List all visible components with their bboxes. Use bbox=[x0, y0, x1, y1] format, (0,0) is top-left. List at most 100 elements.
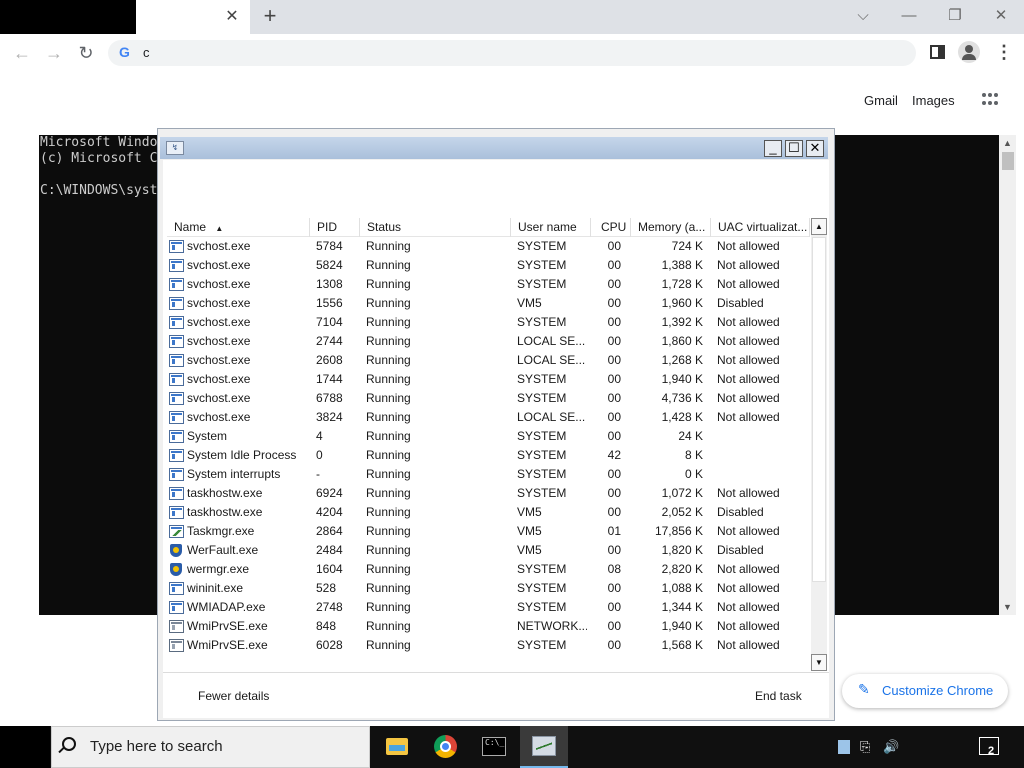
command-prompt-icon[interactable]: C:\_ bbox=[482, 737, 506, 756]
cell-pid: 848 bbox=[316, 619, 337, 633]
tray-app-icon[interactable] bbox=[838, 740, 850, 754]
cell-user: SYSTEM bbox=[517, 486, 567, 500]
process-row[interactable]: svchost.exe 6788 Running SYSTEM 00 4,736 K Not… bbox=[167, 389, 810, 408]
tm-close-button[interactable]: ✕ bbox=[806, 140, 824, 157]
console-scroll-up-icon[interactable]: ▲ bbox=[999, 135, 1016, 151]
taskbar-search-placeholder[interactable]: Type here to search bbox=[90, 738, 223, 755]
console-scroll-down-icon[interactable]: ▼ bbox=[999, 599, 1016, 615]
scroll-thumb[interactable] bbox=[812, 237, 826, 582]
fewer-details-button[interactable]: Fewer details bbox=[198, 689, 269, 703]
column-header-pid[interactable]: PID bbox=[310, 218, 360, 237]
chrome-menu-icon[interactable]: ⋮ bbox=[995, 42, 1013, 62]
cell-name: taskhostw.exe bbox=[187, 505, 263, 519]
column-header-uac[interactable]: UAC virtualizat... bbox=[711, 218, 810, 237]
search-icon bbox=[62, 737, 76, 751]
process-row[interactable]: svchost.exe 1308 Running SYSTEM 00 1,728 K Not… bbox=[167, 275, 810, 294]
process-row[interactable]: taskhostw.exe 6924 Running SYSTEM 00 1,072 K N… bbox=[167, 484, 810, 503]
cell-status: Running bbox=[366, 353, 411, 367]
process-row[interactable]: taskhostw.exe 4204 Running VM5 00 2,052 K Disa… bbox=[167, 503, 810, 522]
window-close-button[interactable]: ✕ bbox=[978, 4, 1024, 28]
process-row[interactable]: Taskmgr.exe 2864 Running VM5 01 17,856 K Not a… bbox=[167, 522, 810, 541]
process-row[interactable]: System 4 Running SYSTEM 00 24 K bbox=[167, 427, 810, 446]
cell-cpu: 08 bbox=[607, 562, 621, 576]
images-link[interactable]: Images bbox=[912, 93, 955, 108]
process-row[interactable]: WmiPrvSE.exe 848 Running NETWORK... 00 1,940 … bbox=[167, 617, 810, 636]
process-row[interactable]: WerFault.exe 2484 Running VM5 00 1,820 K Disab… bbox=[167, 541, 810, 560]
process-icon bbox=[169, 563, 184, 576]
window-minimize-button[interactable]: — bbox=[886, 4, 932, 28]
pencil-icon: ✎ bbox=[858, 681, 870, 697]
end-task-button[interactable]: End task bbox=[755, 689, 802, 703]
column-header-cpu[interactable]: CPU bbox=[591, 218, 631, 237]
process-row[interactable]: svchost.exe 5824 Running SYSTEM 00 1,388 K Not… bbox=[167, 256, 810, 275]
process-row[interactable]: WMIADAP.exe 2748 Running SYSTEM 00 1,344 K Not… bbox=[167, 598, 810, 617]
new-tab-button[interactable]: + bbox=[259, 5, 281, 27]
gmail-link[interactable]: Gmail bbox=[864, 93, 898, 108]
side-panel-icon[interactable] bbox=[930, 45, 945, 59]
process-row[interactable]: svchost.exe 1744 Running SYSTEM 00 1,940 K Not… bbox=[167, 370, 810, 389]
process-row[interactable]: wermgr.exe 1604 Running SYSTEM 08 2,820 K Not … bbox=[167, 560, 810, 579]
google-apps-icon[interactable] bbox=[982, 93, 1000, 107]
cell-status: Running bbox=[366, 448, 411, 462]
process-row[interactable]: WmiPrvSE.exe 6028 Running SYSTEM 00 1,568 K No… bbox=[167, 636, 810, 655]
profile-avatar-icon[interactable] bbox=[958, 41, 980, 63]
process-icon bbox=[169, 506, 184, 519]
process-row[interactable]: svchost.exe 2608 Running LOCAL SE... 00 1,268… bbox=[167, 351, 810, 370]
process-row[interactable]: svchost.exe 7104 Running SYSTEM 00 1,392 K Not… bbox=[167, 313, 810, 332]
browser-tab-inactive[interactable] bbox=[0, 0, 136, 38]
process-icon bbox=[169, 278, 184, 291]
scroll-up-icon[interactable]: ▲ bbox=[811, 218, 827, 235]
process-row[interactable]: wininit.exe 528 Running SYSTEM 00 1,088 K Not … bbox=[167, 579, 810, 598]
column-header-name[interactable]: Name ▲ bbox=[167, 218, 310, 237]
process-icon bbox=[169, 373, 184, 386]
cell-status: Running bbox=[366, 467, 411, 481]
tm-minimize-button[interactable]: _ bbox=[764, 140, 782, 157]
cell-uac bbox=[717, 465, 807, 484]
process-icon bbox=[169, 620, 184, 633]
file-explorer-icon[interactable] bbox=[386, 738, 408, 755]
chrome-icon[interactable] bbox=[434, 735, 457, 758]
tm-maximize-button[interactable]: ☐ bbox=[785, 140, 803, 157]
back-button[interactable]: ← bbox=[9, 40, 35, 66]
process-row[interactable]: svchost.exe 1556 Running VM5 00 1,960 K Disabl… bbox=[167, 294, 810, 313]
address-bar-text[interactable]: c bbox=[143, 45, 150, 60]
cell-name: svchost.exe bbox=[187, 391, 251, 405]
cell-pid: - bbox=[316, 467, 320, 481]
cell-pid: 6788 bbox=[316, 391, 343, 405]
task-manager-titlebar[interactable] bbox=[160, 137, 828, 159]
tab-search-icon[interactable]: ⌵ bbox=[840, 4, 886, 28]
cell-name: svchost.exe bbox=[187, 277, 251, 291]
column-header-memory[interactable]: Memory (a... bbox=[631, 218, 711, 237]
column-header-status[interactable]: Status bbox=[360, 218, 511, 237]
cell-status: Running bbox=[366, 619, 411, 633]
process-row[interactable]: svchost.exe 3824 Running LOCAL SE... 00 1,428… bbox=[167, 408, 810, 427]
console-scrollbar[interactable] bbox=[999, 135, 1016, 615]
start-button[interactable] bbox=[0, 726, 50, 768]
process-row[interactable]: System interrupts - Running SYSTEM 00 0 K bbox=[167, 465, 810, 484]
reload-button[interactable]: ↻ bbox=[73, 40, 99, 66]
process-row[interactable]: svchost.exe 2744 Running LOCAL SE... 00 1,860… bbox=[167, 332, 810, 351]
cell-uac bbox=[717, 427, 807, 446]
cell-memory: 8 K bbox=[684, 448, 703, 462]
window-restore-button[interactable]: ❐ bbox=[932, 4, 978, 28]
scroll-down-icon[interactable]: ▼ bbox=[811, 654, 827, 671]
console-scroll-thumb[interactable] bbox=[1002, 152, 1014, 170]
forward-button[interactable]: → bbox=[41, 40, 67, 66]
column-header-user[interactable]: User name bbox=[511, 218, 591, 237]
process-row[interactable]: System Idle Process 0 Running SYSTEM 42 8 K bbox=[167, 446, 810, 465]
cell-user: SYSTEM bbox=[517, 258, 567, 272]
cell-user: VM5 bbox=[517, 524, 542, 538]
cell-uac: Not allowed bbox=[717, 353, 780, 367]
process-row[interactable]: svchost.exe 5784 Running SYSTEM 00 724 K Not a… bbox=[167, 237, 810, 256]
tab-close-icon[interactable]: ✕ bbox=[222, 7, 242, 27]
volume-icon[interactable]: 🔊 bbox=[883, 739, 899, 755]
cell-uac: Not allowed bbox=[717, 562, 780, 576]
cell-uac: Not allowed bbox=[717, 600, 780, 614]
cell-name: wermgr.exe bbox=[187, 562, 250, 576]
cell-cpu: 00 bbox=[607, 334, 621, 348]
cell-user: SYSTEM bbox=[517, 372, 567, 386]
cell-name: svchost.exe bbox=[187, 315, 251, 329]
address-bar[interactable] bbox=[108, 40, 916, 66]
task-manager-icon[interactable] bbox=[532, 736, 556, 756]
network-icon[interactable]: ⎘ bbox=[860, 739, 870, 755]
